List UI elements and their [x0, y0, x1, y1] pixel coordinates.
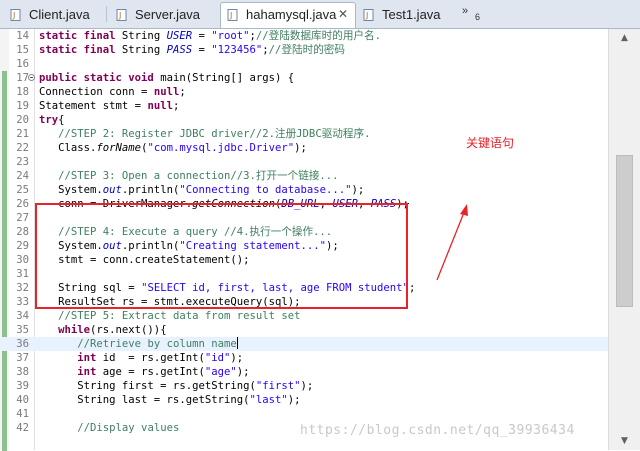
java-file-icon: J	[363, 9, 374, 21]
code-line[interactable]: 23	[0, 155, 608, 169]
close-icon[interactable]: ✕	[338, 3, 348, 25]
tab-client-java[interactable]: J Client.java	[4, 3, 104, 27]
tab-overflow-button[interactable]: » 6	[462, 5, 480, 22]
line-number: 27	[16, 212, 29, 224]
java-file-icon: J	[116, 9, 127, 21]
line-number: 35	[16, 324, 29, 336]
line-number: 41	[16, 408, 29, 420]
tab-label: Test1.java	[382, 7, 441, 22]
svg-text:J: J	[365, 11, 368, 20]
line-number: 31	[16, 268, 29, 280]
code-line[interactable]: 39 String first = rs.getString("first");	[0, 379, 608, 393]
code-text: while(rs.next()){	[58, 324, 167, 336]
tab-label: Server.java	[135, 7, 201, 22]
svg-text:J: J	[12, 11, 15, 20]
code-line[interactable]: 20 try{	[0, 113, 608, 127]
code-line[interactable]: 21 //STEP 2: Register JDBC driver//2.注册J…	[0, 127, 608, 141]
annotation-label: 关键语句	[466, 136, 515, 150]
line-number: 29	[16, 240, 29, 252]
code-line[interactable]: 34 //STEP 5: Extract data from result se…	[0, 309, 608, 323]
code-text: //STEP 5: Extract data from result set	[58, 310, 301, 322]
line-number: 40	[16, 394, 29, 406]
code-text: Class.forName("com.mysql.jdbc.Driver");	[39, 142, 307, 154]
line-number: 23	[16, 156, 29, 168]
line-number: 34	[16, 310, 29, 322]
vertical-scrollbar[interactable]: ▲ ▼	[608, 29, 640, 450]
code-line[interactable]: 37 int id = rs.getInt("id");	[0, 351, 608, 365]
code-line[interactable]: 22 Class.forName("com.mysql.jdbc.Driver"…	[0, 141, 608, 155]
code-line[interactable]: 17 public static void main(String[] args)…	[0, 71, 608, 85]
code-text: //STEP 2: Register JDBC driver//2.注册JDBC…	[58, 128, 371, 140]
line-number: 16	[16, 58, 29, 70]
code-line[interactable]: 36 //Retrieve by column name	[0, 337, 608, 351]
line-number: 22	[16, 142, 29, 154]
line-number: 37	[16, 352, 29, 364]
code-line[interactable]: 18 Connection conn = null;	[0, 85, 608, 99]
line-number: 18	[16, 86, 29, 98]
line-number: 32	[16, 282, 29, 294]
code-text: static final String PASS = "123456";//登陆…	[39, 44, 345, 56]
code-line[interactable]: 19 Statement stmt = null;	[0, 99, 608, 113]
line-number: 24	[16, 170, 29, 182]
code-text: String first = rs.getString("first");	[39, 380, 314, 392]
tab-label: hahamysql.java	[246, 7, 337, 22]
java-file-icon: J	[227, 9, 238, 21]
code-text: String last = rs.getString("last");	[39, 394, 301, 406]
line-number: 26	[16, 198, 29, 210]
scroll-up-icon[interactable]: ▲	[609, 29, 640, 47]
line-number: 20	[16, 114, 29, 126]
line-number: 15	[16, 44, 29, 56]
code-line[interactable]: 15 static final String PASS = "123456";//…	[0, 43, 608, 57]
tab-hahamysql-java[interactable]: J hahamysql.java ✕	[220, 2, 356, 28]
code-text: Connection conn = null;	[39, 86, 186, 98]
code-text: //Retrieve by column name	[77, 337, 238, 350]
scrollbar-thumb[interactable]	[616, 155, 633, 307]
svg-text:J: J	[118, 11, 121, 20]
code-line[interactable]: 24 //STEP 3: Open a connection//3.打开一个链接…	[0, 169, 608, 183]
java-file-icon: J	[10, 9, 21, 21]
code-text: //Display values	[77, 422, 180, 434]
line-number: 28	[16, 226, 29, 238]
chevron-double-right-icon: »	[462, 5, 469, 17]
code-text: public static void main(String[] args) {	[39, 72, 295, 84]
code-line[interactable]: 35 while(rs.next()){	[0, 323, 608, 337]
code-line[interactable]: 41	[0, 407, 608, 421]
line-number: 42	[16, 422, 29, 434]
scroll-down-icon[interactable]: ▼	[609, 432, 640, 450]
code-line[interactable]: 25 System.out.println("Connecting to dat…	[0, 183, 608, 197]
tab-label: Client.java	[29, 7, 90, 22]
code-text: Statement stmt = null;	[39, 100, 180, 112]
code-line[interactable]: 40 String last = rs.getString("last");	[0, 393, 608, 407]
code-line[interactable]: 38 int age = rs.getInt("age");	[0, 365, 608, 379]
line-number: 33	[16, 296, 29, 308]
code-text: int id = rs.getInt("id");	[77, 352, 244, 364]
fold-toggle-icon[interactable]	[28, 74, 35, 81]
code-line[interactable]: 16	[0, 57, 608, 71]
line-number: 21	[16, 128, 29, 140]
code-text: try{	[39, 114, 65, 126]
svg-text:J: J	[229, 11, 232, 20]
line-number: 14	[16, 30, 29, 42]
editor-tab-bar: J Client.java J Server.java J hahamysql.…	[0, 0, 640, 29]
hidden-tab-count: 6	[475, 12, 481, 22]
line-number: 17	[16, 72, 29, 84]
code-text: //STEP 3: Open a connection//3.打开一个链接...	[58, 170, 339, 182]
code-text: int age = rs.getInt("age");	[77, 366, 250, 378]
line-number: 39	[16, 380, 29, 392]
line-number: 36	[16, 338, 29, 350]
line-number: 19	[16, 100, 29, 112]
line-number: 25	[16, 184, 29, 196]
watermark: https://blog.csdn.net/qq_39936434	[300, 423, 575, 438]
line-number: 38	[16, 366, 29, 378]
highlight-box	[35, 203, 408, 309]
code-text: static final String USER = "root";//登陆数据…	[39, 30, 381, 42]
line-number: 30	[16, 254, 29, 266]
code-text: System.out.println("Connecting to databa…	[39, 184, 365, 196]
code-line[interactable]: 14 static final String USER = "root";//登陆…	[0, 29, 608, 43]
tab-server-java[interactable]: J Server.java	[110, 3, 218, 27]
tab-test1-java[interactable]: J Test1.java	[357, 3, 457, 27]
